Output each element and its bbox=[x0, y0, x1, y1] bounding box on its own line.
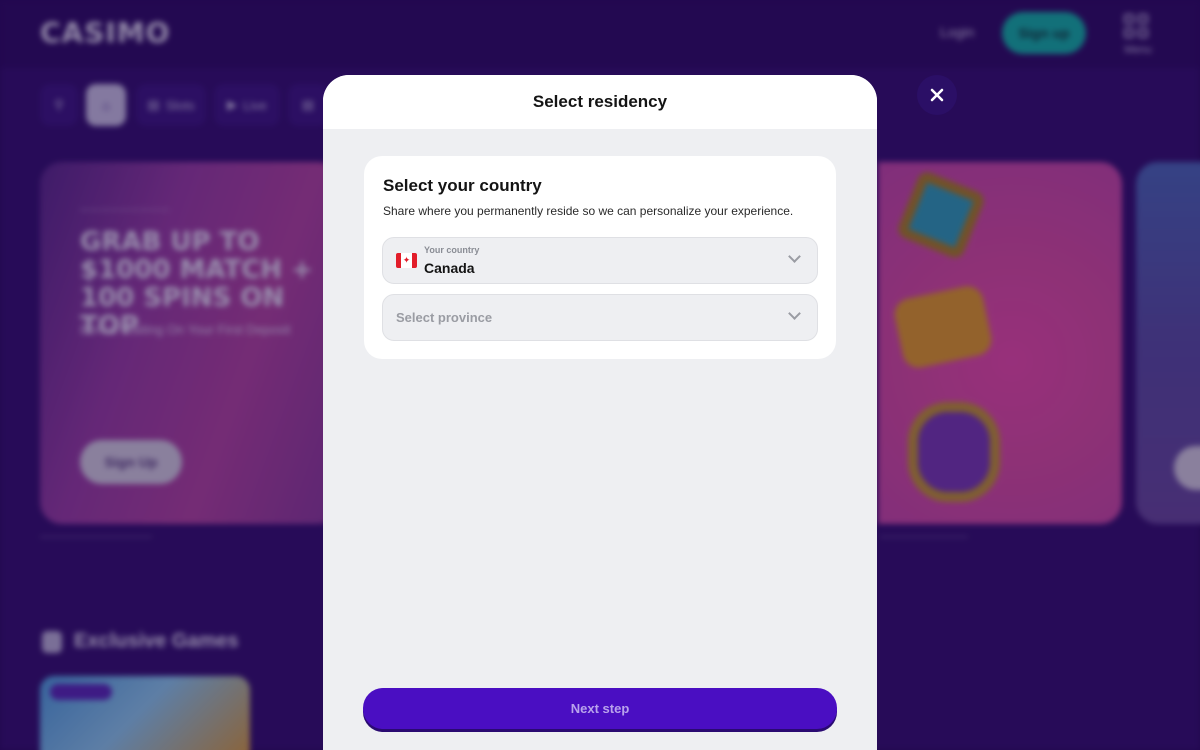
card-title: Select your country bbox=[383, 176, 542, 195]
province-select[interactable]: Select province bbox=[382, 294, 818, 341]
country-select[interactable]: ✦ Your country Canada bbox=[382, 237, 818, 284]
province-placeholder: Select province bbox=[396, 310, 493, 325]
canada-flag-icon: ✦ bbox=[396, 253, 417, 268]
residency-modal: Select residency Select your country Sha… bbox=[323, 75, 877, 750]
next-step-button[interactable]: Next step bbox=[363, 688, 837, 729]
chevron-down-icon bbox=[788, 250, 801, 263]
country-card: Select your country Share where you perm… bbox=[364, 156, 836, 359]
close-button[interactable] bbox=[917, 75, 957, 115]
chevron-down-icon bbox=[788, 307, 801, 320]
country-label: Your country bbox=[424, 245, 480, 255]
close-icon bbox=[930, 88, 944, 102]
modal-header: Select residency bbox=[323, 75, 877, 129]
modal-title: Select residency bbox=[532, 92, 668, 111]
card-subtitle: Share where you permanently reside so we… bbox=[383, 204, 794, 218]
country-value: Canada bbox=[424, 260, 475, 276]
